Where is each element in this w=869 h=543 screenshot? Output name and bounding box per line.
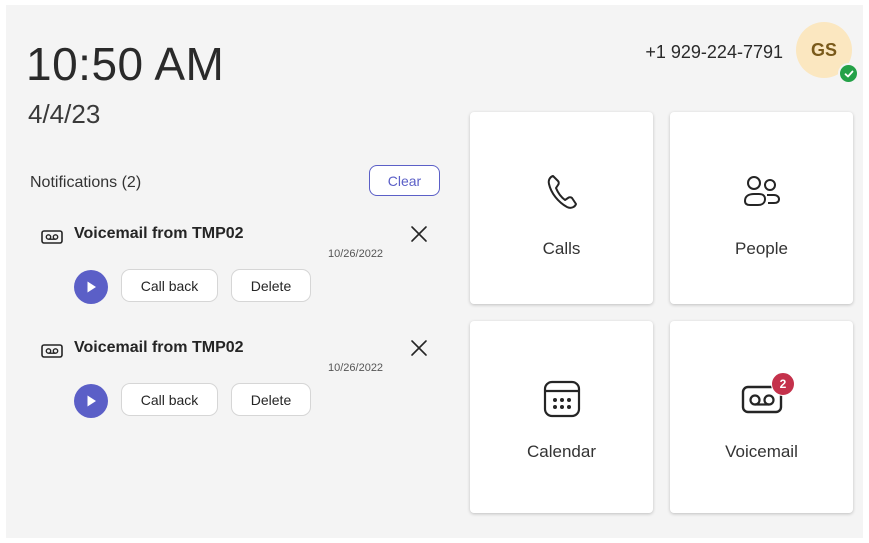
calendar-icon bbox=[543, 380, 580, 418]
notification-item: Voicemail from TMP02 10/26/2022 Call bac… bbox=[6, 217, 446, 317]
check-icon bbox=[844, 70, 853, 77]
play-icon bbox=[87, 281, 96, 293]
close-icon[interactable] bbox=[410, 225, 428, 243]
play-icon bbox=[87, 395, 96, 407]
calls-label: Calls bbox=[542, 239, 581, 258]
avatar-initials: GS bbox=[810, 39, 837, 60]
voicemail-date: 10/26/2022 bbox=[328, 362, 384, 374]
clock-time: 10:50 AM bbox=[26, 38, 225, 90]
phone-icon bbox=[547, 175, 577, 209]
voicemail-date: 10/26/2022 bbox=[328, 248, 384, 260]
delete-button[interactable]: Delete bbox=[231, 269, 311, 302]
voicemail-title: Voicemail from TMP02 bbox=[74, 225, 244, 242]
clear-notifications-button[interactable]: Clear bbox=[369, 165, 440, 196]
calendar-label: Calendar bbox=[527, 442, 596, 461]
play-voicemail-button[interactable] bbox=[74, 384, 108, 418]
call-back-button[interactable]: Call back bbox=[121, 383, 218, 416]
call-back-button[interactable]: Call back bbox=[121, 269, 218, 302]
clock-date: 4/4/23 bbox=[28, 99, 101, 129]
delete-button[interactable]: Delete bbox=[231, 383, 311, 416]
home-screen: 10:50 AM 4/4/23 +1 929-224-7791 GS Notif… bbox=[6, 5, 863, 538]
voicemail-count-badge: 2 bbox=[771, 372, 795, 396]
close-icon[interactable] bbox=[410, 339, 428, 357]
phone-number: +1 929-224-7791 bbox=[645, 42, 783, 62]
voicemail-title: Voicemail from TMP02 bbox=[74, 339, 244, 356]
calls-tile[interactable]: Calls bbox=[470, 112, 653, 304]
voicemail-label: Voicemail bbox=[725, 442, 798, 461]
voicemail-icon bbox=[41, 230, 63, 244]
people-label: People bbox=[735, 239, 788, 258]
play-voicemail-button[interactable] bbox=[74, 270, 108, 304]
notification-item: Voicemail from TMP02 10/26/2022 Call bac… bbox=[6, 331, 446, 431]
voicemail-tile[interactable]: 2 Voicemail bbox=[670, 321, 853, 513]
notifications-title: Notifications (2) bbox=[30, 174, 142, 191]
presence-available-icon bbox=[838, 63, 859, 84]
people-icon bbox=[743, 176, 780, 206]
people-tile[interactable]: People bbox=[670, 112, 853, 304]
voicemail-icon bbox=[41, 344, 63, 358]
calendar-tile[interactable]: Calendar bbox=[470, 321, 653, 513]
